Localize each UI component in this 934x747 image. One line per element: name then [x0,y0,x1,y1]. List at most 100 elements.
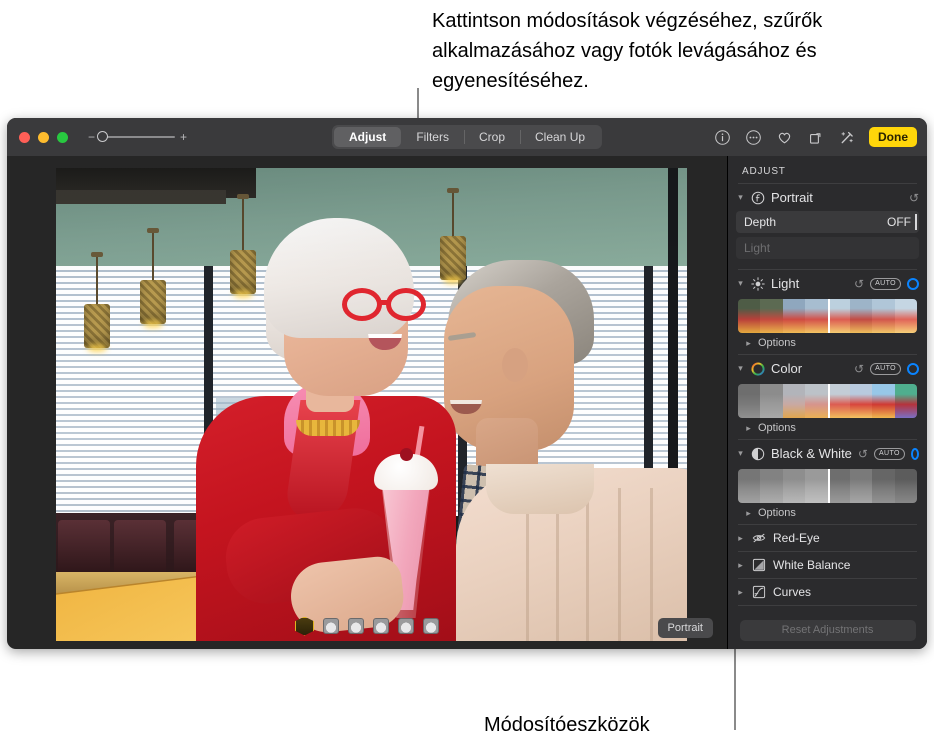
filmstrip-item[interactable] [423,618,439,634]
section-portrait[interactable]: ▾ Portrait ↺ [728,184,927,211]
filmstrip-item-selected[interactable] [295,616,314,636]
portrait-badge[interactable]: Portrait [657,618,713,638]
tab-adjust[interactable]: Adjust [333,127,402,147]
chevron-right-icon[interactable]: ▸ [744,338,753,349]
bw-filmstrip[interactable] [738,469,917,503]
section-color[interactable]: ▾ Color ↺ AUTO [728,355,927,382]
chevron-down-icon[interactable]: ▾ [736,363,745,374]
section-curves[interactable]: ▸ Curves [728,579,927,605]
chevron-right-icon[interactable]: ▸ [736,587,745,598]
reset-adjustments-button[interactable]: Reset Adjustments [739,619,916,641]
bw-options-row[interactable]: ▸ Options [728,503,927,524]
zoom-slider-knob[interactable] [97,131,109,142]
tab-crop[interactable]: Crop [463,127,520,147]
light-options-row[interactable]: ▸ Options [728,333,927,354]
section-black-and-white[interactable]: ▾ Black & White ↺ AUTO [728,440,927,467]
minimize-button[interactable] [38,131,49,143]
section-red-eye-label: Red-Eye [773,531,820,545]
strip-cell[interactable] [827,299,850,333]
strip-cell[interactable] [782,384,806,418]
revert-icon[interactable]: ↺ [854,277,864,291]
white-balance-icon [752,558,766,572]
chevron-right-icon[interactable]: ▸ [736,560,745,571]
strip-cell[interactable] [827,469,850,503]
revert-icon[interactable]: ↺ [909,191,919,205]
strip-marker[interactable] [827,384,830,418]
more-options-icon[interactable] [745,129,762,146]
callout-bottom-text: Módosítóeszközök [484,714,650,736]
chevron-right-icon[interactable]: ▸ [744,423,753,434]
callout-top-text: Kattintson módosítások végzéséhez, szűrő… [432,10,823,92]
strip-cell[interactable] [872,299,895,333]
chevron-right-icon[interactable]: ▸ [736,533,745,544]
chevron-down-icon[interactable]: ▾ [736,448,745,459]
auto-enhance-icon[interactable] [838,129,855,146]
chevron-right-icon[interactable]: ▸ [744,508,753,519]
photo-filmstrip [7,603,727,649]
enable-toggle-icon[interactable] [907,362,919,375]
strip-cell[interactable] [849,299,873,333]
auto-badge[interactable]: AUTO [870,362,901,375]
window-toolbar: − + Adjust Filters Crop Clean Up Done [7,118,927,156]
strip-cell[interactable] [894,469,917,503]
auto-badge[interactable]: AUTO [870,277,901,290]
strip-cell[interactable] [738,299,761,333]
revert-icon[interactable]: ↺ [854,362,864,376]
chevron-down-icon[interactable]: ▾ [736,278,745,289]
strip-cell[interactable] [738,384,761,418]
zoom-in-icon[interactable]: + [180,131,187,143]
strip-cell[interactable] [760,384,783,418]
depth-slider-handle[interactable] [915,214,917,230]
filmstrip-item[interactable] [323,618,339,634]
strip-cell[interactable] [827,384,850,418]
chevron-down-icon[interactable]: ▾ [736,192,745,203]
info-icon[interactable] [714,129,731,146]
strip-cell[interactable] [872,384,895,418]
close-button[interactable] [19,131,30,143]
section-white-balance[interactable]: ▸ White Balance [728,552,927,578]
light-filmstrip[interactable] [738,299,917,333]
zoom-out-icon[interactable]: − [88,131,95,143]
photo-preview[interactable] [56,168,687,641]
tab-filters[interactable]: Filters [401,127,464,147]
section-red-eye[interactable]: ▸ Red-Eye [728,525,927,551]
brightness-icon [751,276,765,291]
strip-cell[interactable] [760,299,783,333]
strip-cell[interactable] [782,299,806,333]
strip-cell[interactable] [894,384,917,418]
zoom-button[interactable] [57,131,68,143]
section-light[interactable]: ▾ Light ↺ AUTO [728,270,927,297]
color-filmstrip[interactable] [738,384,917,418]
light-options-label: Options [758,337,796,349]
section-light-label: Light [771,276,800,291]
strip-marker[interactable] [827,299,830,333]
strip-cell[interactable] [849,384,873,418]
strip-cell[interactable] [805,469,828,503]
done-button[interactable]: Done [869,127,917,147]
strip-cell[interactable] [805,384,828,418]
strip-cell[interactable] [894,299,917,333]
zoom-slider-track[interactable] [97,131,176,142]
favorite-icon[interactable] [776,129,793,146]
strip-cell[interactable] [805,299,828,333]
enable-toggle-icon[interactable] [910,447,919,460]
zoom-slider[interactable]: − + [88,131,187,143]
strip-cell[interactable] [760,469,783,503]
strip-cell[interactable] [849,469,873,503]
tab-clean-up[interactable]: Clean Up [520,127,600,147]
revert-icon[interactable]: ↺ [858,447,868,461]
portrait-depth-row[interactable]: Depth OFF [736,211,919,233]
enable-toggle-icon[interactable] [907,277,919,290]
strip-cell[interactable] [872,469,895,503]
rotate-icon[interactable] [807,129,824,146]
filmstrip-item[interactable] [398,618,414,634]
filmstrip-item[interactable] [348,618,364,634]
window-traffic-lights [19,131,68,143]
filmstrip-item[interactable] [373,618,389,634]
strip-marker[interactable] [827,469,830,503]
strip-cell[interactable] [738,469,761,503]
auto-badge[interactable]: AUTO [873,447,905,460]
strip-cell[interactable] [782,469,806,503]
adjust-sidebar-scroll[interactable]: ADJUST ▾ Portrait ↺ Depth OFF Light ▾ Li… [728,156,927,611]
color-options-row[interactable]: ▸ Options [728,418,927,439]
